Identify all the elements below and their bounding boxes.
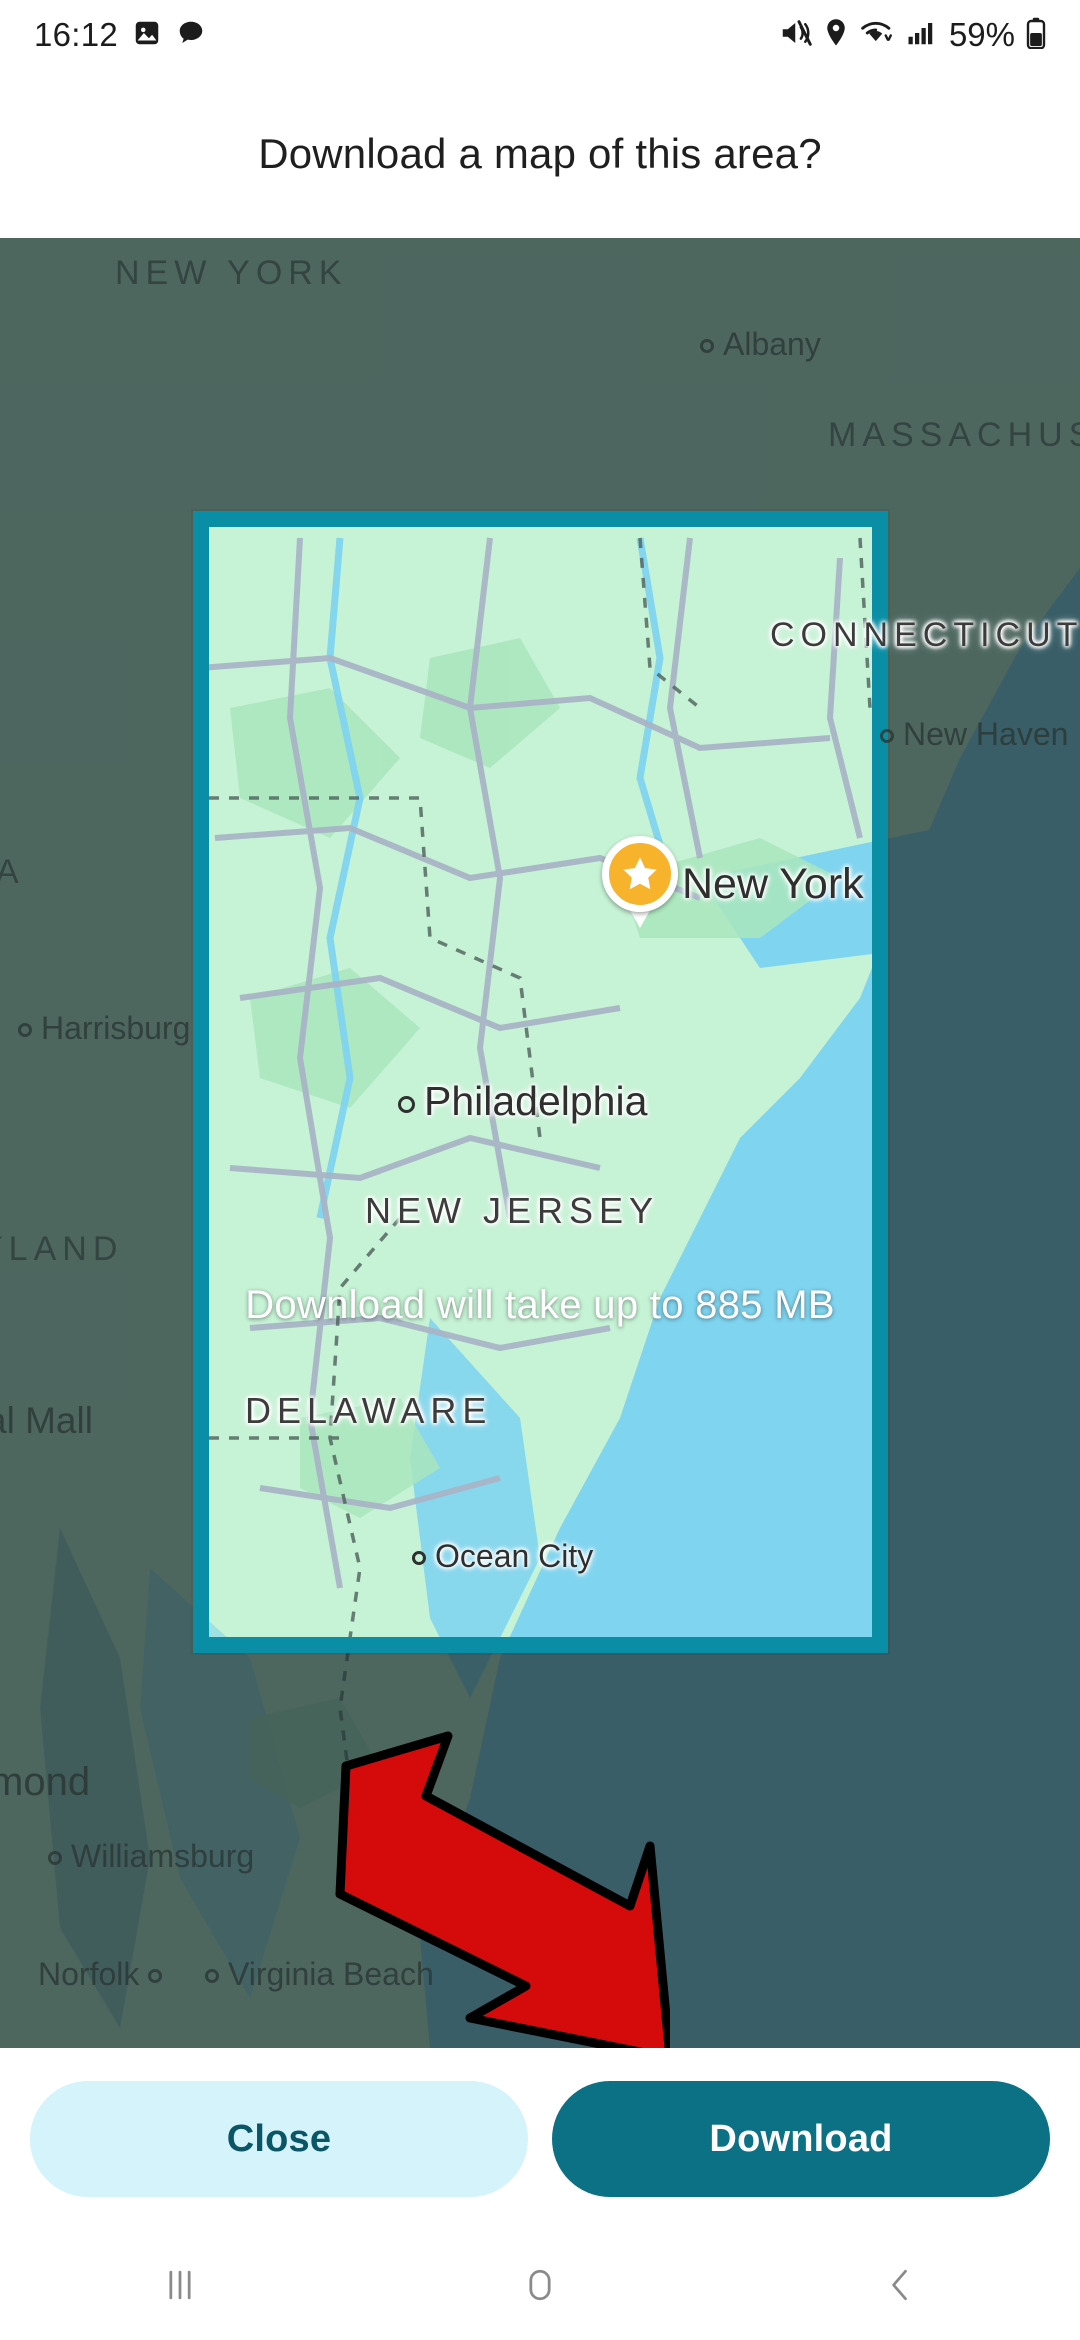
battery-percent: 59%: [948, 16, 1015, 53]
map-dim-left: [0, 511, 193, 1653]
map-label-new-york-state: NEW YORK: [115, 254, 348, 292]
home-button[interactable]: [360, 2263, 720, 2307]
map-label-connecticut: CONNECTICUT: [770, 616, 1080, 654]
status-bar: 16:12 59%: [0, 0, 1080, 70]
map-label-norfolk: Norfolk: [38, 1956, 163, 1993]
page-title: Download a map of this area?: [258, 130, 822, 177]
close-button[interactable]: Close: [30, 2081, 528, 2197]
map-label-williamsburg: Williamsburg: [48, 1838, 254, 1875]
dialog-action-bar: Close Download: [0, 2048, 1080, 2230]
home-icon: [529, 2269, 551, 2301]
map-label-harrisburg: Harrisburg: [18, 1010, 190, 1047]
map-label-richmond-clipped: mond: [0, 1760, 91, 1804]
status-bar-right: 59%: [780, 16, 1046, 54]
star-icon: [623, 857, 657, 890]
recents-icon: [169, 2270, 191, 2300]
signal-icon: [906, 18, 936, 53]
recents-button[interactable]: [0, 2263, 360, 2307]
download-button[interactable]: Download: [552, 2081, 1050, 2197]
download-size-caption: Download will take up to 885 MB: [245, 1283, 835, 1327]
map-label-new-haven: New Haven: [880, 716, 1068, 753]
new-york-pin[interactable]: [602, 836, 678, 928]
map-label-new-york-city: New York: [682, 860, 864, 908]
map-label-massachusetts: MASSACHUS: [828, 416, 1080, 454]
dialog-header: Download a map of this area?: [0, 70, 1080, 238]
map-label-national-mall-clipped: al Mall: [0, 1400, 93, 1441]
mute-icon: [780, 18, 813, 53]
map-label-albany: Albany: [700, 326, 821, 363]
map-label-virginia-beach: Virginia Beach: [205, 1956, 434, 1993]
status-bar-left: 16:12: [34, 16, 206, 54]
map-label-philadelphia: Philadelphia: [398, 1078, 647, 1125]
chat-bubble-icon: [176, 18, 206, 53]
android-nav-bar: [0, 2230, 1080, 2340]
map-label-pennsylvania-clipped: A: [0, 853, 25, 891]
gallery-icon: [132, 18, 162, 53]
map-dim-right: [888, 511, 1080, 1653]
map-label-delaware: DELAWARE: [245, 1390, 493, 1431]
pin-circle: [602, 836, 678, 912]
wifi-icon: [859, 18, 895, 53]
battery-icon: [1026, 17, 1046, 54]
location-icon: [824, 18, 848, 53]
back-button[interactable]: [720, 2263, 1080, 2307]
back-chevron-icon: [892, 2269, 907, 2301]
map-label-new-jersey: NEW JERSEY: [365, 1190, 660, 1231]
map-label-ocean-city: Ocean City: [412, 1538, 593, 1575]
map-viewport[interactable]: NEW YORK Albany MASSACHUS New Haven Harr…: [0, 238, 1080, 2048]
status-time: 16:12: [34, 16, 119, 53]
map-label-maryland-clipped: YLAND: [0, 1230, 124, 1268]
